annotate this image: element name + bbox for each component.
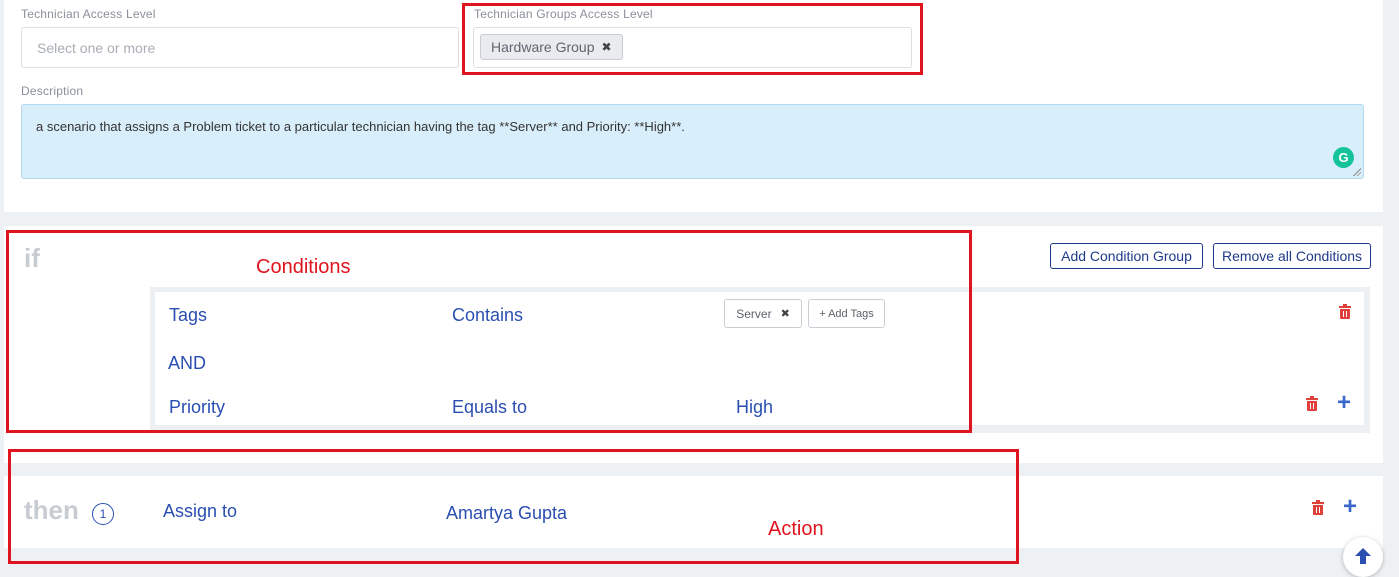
description-label: Description bbox=[21, 84, 84, 98]
technician-access-select[interactable]: Select one or more bbox=[21, 27, 459, 68]
trash-icon[interactable] bbox=[1339, 304, 1351, 319]
plus-icon[interactable]: + bbox=[1337, 391, 1351, 415]
plus-icon[interactable]: + bbox=[1343, 495, 1357, 519]
trash-icon[interactable] bbox=[1312, 500, 1324, 515]
annotation-box-conditions bbox=[6, 230, 972, 433]
annotation-action-label: Action bbox=[768, 518, 824, 540]
description-textarea[interactable]: a scenario that assigns a Problem ticket… bbox=[21, 104, 1364, 179]
annotation-box-action bbox=[8, 449, 1019, 564]
technician-access-label: Technician Access Level bbox=[21, 7, 156, 21]
arrow-up-icon bbox=[1355, 548, 1371, 564]
annotation-box-groups bbox=[462, 3, 923, 75]
trash-icon[interactable] bbox=[1306, 396, 1318, 411]
description-text: a scenario that assigns a Problem ticket… bbox=[36, 119, 685, 134]
grammarly-icon[interactable]: G bbox=[1333, 147, 1354, 168]
remove-all-conditions-button[interactable]: Remove all Conditions bbox=[1213, 243, 1371, 269]
annotation-conditions-label: Conditions bbox=[256, 256, 351, 278]
technician-access-placeholder: Select one or more bbox=[37, 40, 156, 56]
scroll-top-button[interactable] bbox=[1343, 537, 1383, 577]
add-condition-group-button[interactable]: Add Condition Group bbox=[1050, 243, 1203, 269]
resize-handle-icon[interactable] bbox=[1353, 168, 1361, 176]
